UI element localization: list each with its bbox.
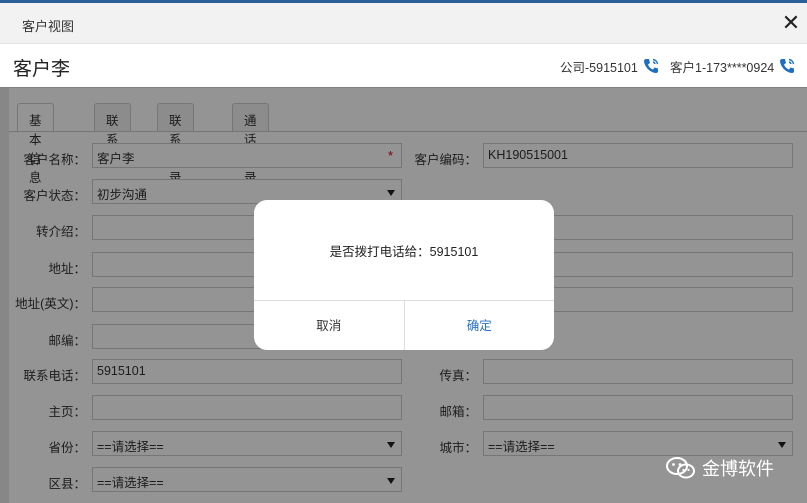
wechat-icon xyxy=(666,457,695,479)
confirm-button[interactable]: 确定 xyxy=(405,301,555,350)
phone-icon xyxy=(780,58,795,73)
customer-name-heading: 客户李 xyxy=(13,59,71,80)
watermark: 金博软件 xyxy=(666,455,774,481)
dialog-message: 是否拨打电话给：5915101 xyxy=(329,245,479,259)
close-icon[interactable]: ✕ xyxy=(779,11,803,35)
window-title: 客户视图 xyxy=(22,19,75,34)
window-titlebar: 客户视图 ✕ xyxy=(0,3,807,44)
customer-phone-link[interactable]: 客户1-173****0924 xyxy=(670,57,796,75)
customer-phone-label: 客户1-173****0924 xyxy=(670,60,775,75)
watermark-text: 金博软件 xyxy=(702,459,774,479)
dialog-button-row: 取消 确定 xyxy=(254,300,554,350)
phone-icon xyxy=(643,58,659,73)
customer-header: 客户李 公司-5915101 客户1-173****0924 xyxy=(0,45,807,87)
company-phone-label: 公司-5915101 xyxy=(560,60,638,75)
cancel-button[interactable]: 取消 xyxy=(254,301,405,350)
call-confirm-dialog: 是否拨打电话给：5915101 取消 确定 xyxy=(254,200,554,350)
company-phone-link[interactable]: 公司-5915101 xyxy=(560,57,660,75)
